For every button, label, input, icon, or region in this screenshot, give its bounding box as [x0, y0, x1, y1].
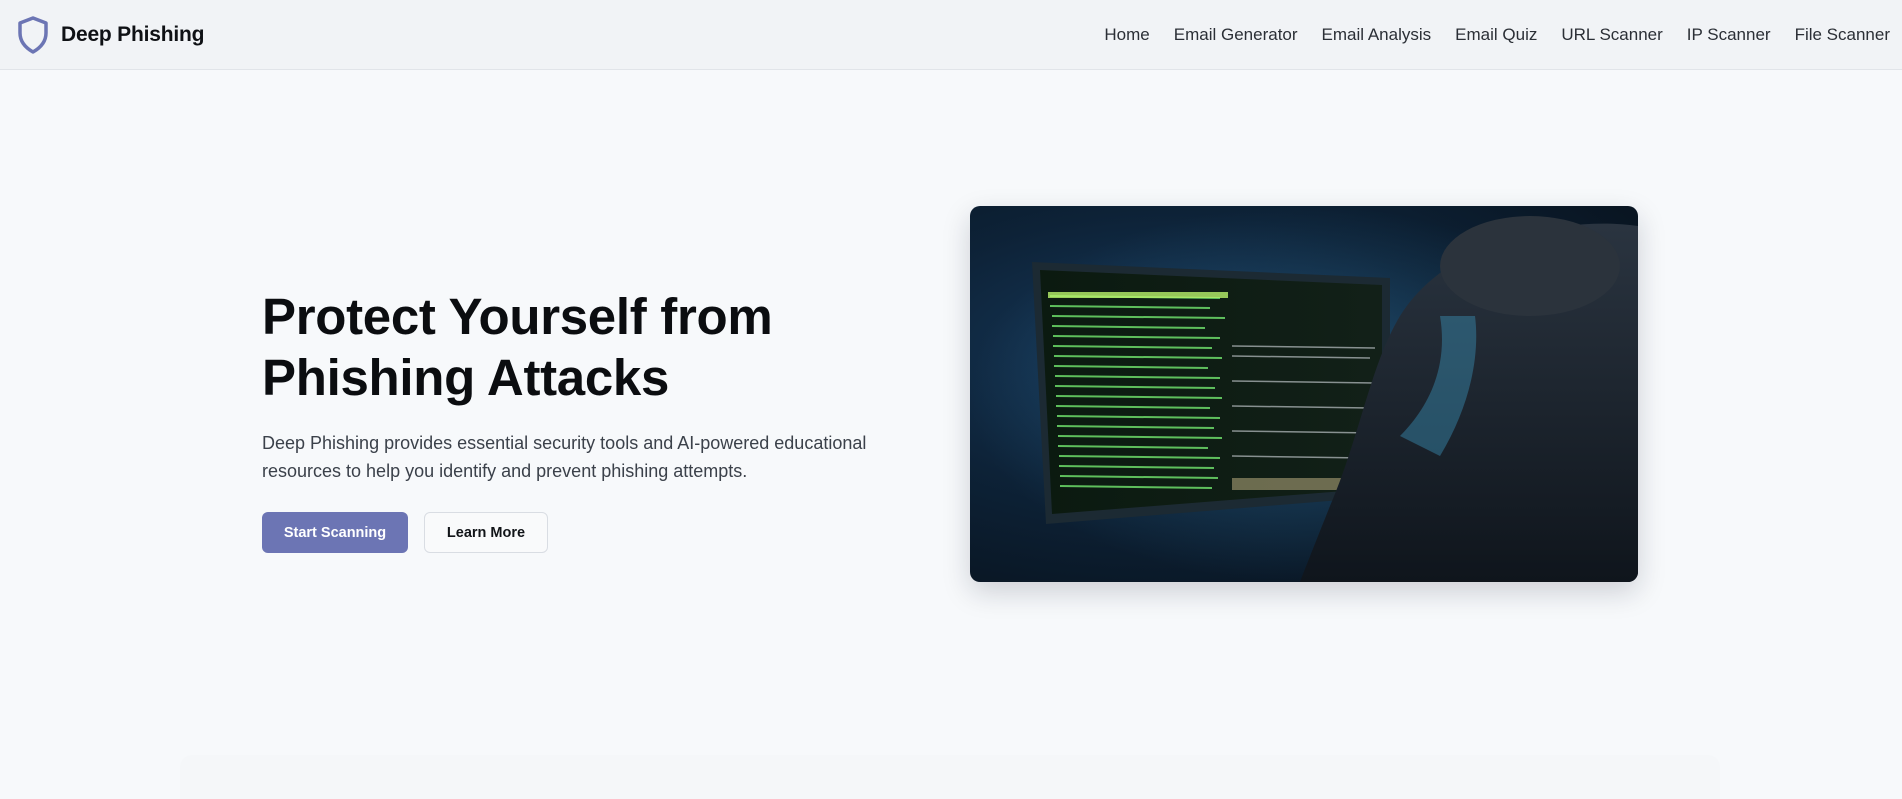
top-navbar: Deep Phishing Home Email Generator Email… — [0, 0, 1902, 70]
next-section-edge — [180, 755, 1720, 799]
nav-link-file-scanner[interactable]: File Scanner — [1783, 0, 1902, 70]
main-nav: Home Email Generator Email Analysis Emai… — [1092, 0, 1902, 70]
hero-title-line1: Protect Yourself from — [262, 288, 773, 345]
hacker-at-monitor-photo-icon — [970, 206, 1638, 582]
hero-description: Deep Phishing provides essential securit… — [262, 433, 867, 481]
nav-link-url-scanner[interactable]: URL Scanner — [1549, 0, 1674, 70]
brand-home-link[interactable]: Deep Phishing — [17, 15, 205, 54]
hero-section: Protect Yourself from Phishing Attacks D… — [262, 286, 922, 553]
learn-more-button[interactable]: Learn More — [424, 512, 548, 553]
hero-buttons: Start Scanning Learn More — [262, 512, 922, 553]
nav-link-ip-scanner[interactable]: IP Scanner — [1675, 0, 1783, 70]
nav-link-email-analysis[interactable]: Email Analysis — [1310, 0, 1444, 70]
shield-logo-icon — [18, 15, 48, 54]
hero-title: Protect Yourself from Phishing Attacks — [262, 286, 922, 408]
brand-name: Deep Phishing — [61, 22, 205, 46]
nav-link-email-generator[interactable]: Email Generator — [1162, 0, 1310, 70]
start-scanning-button[interactable]: Start Scanning — [262, 512, 408, 553]
hero-image — [970, 206, 1638, 582]
nav-link-email-quiz[interactable]: Email Quiz — [1443, 0, 1549, 70]
nav-link-home[interactable]: Home — [1092, 0, 1161, 70]
hero-title-line2: Phishing Attacks — [262, 349, 670, 406]
